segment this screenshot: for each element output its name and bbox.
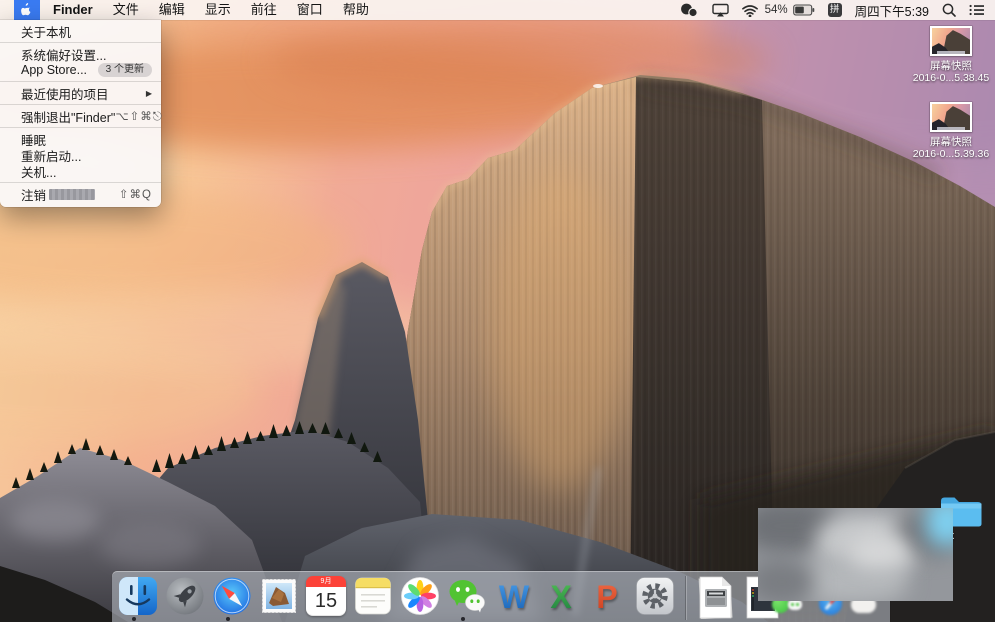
menu-separator: [0, 42, 161, 43]
dock-icon-excel[interactable]: X: [541, 576, 581, 616]
menu-item-app-store[interactable]: App Store... 3 个更新: [0, 62, 161, 78]
svg-text:W: W: [499, 579, 530, 615]
dock-icon-safari[interactable]: [212, 576, 252, 616]
desktop-file-screenshot-1[interactable]: 屏幕快照 2016-0...5.38.45: [908, 26, 994, 84]
calendar-month: 9月: [306, 576, 346, 587]
svg-text:X: X: [550, 579, 572, 615]
apple-menu-dropdown: 关于本机 系统偏好设置... App Store... 3 个更新 最近使用的项目…: [0, 20, 162, 207]
redacted-username: [49, 188, 96, 200]
menu-bar: Finder 文件 编辑 显示 前往 窗口 帮助 54% 拼 周四下午5:39: [0, 0, 995, 20]
dock-divider: [685, 576, 686, 620]
menu-separator: [0, 182, 161, 183]
dock-icon-calendar[interactable]: 9月 15: [306, 576, 346, 616]
dock-icon-photos[interactable]: [400, 576, 440, 616]
dock-icon-word[interactable]: W: [494, 576, 534, 616]
menu-item-system-preferences[interactable]: 系统偏好设置...: [0, 46, 161, 63]
battery-icon[interactable]: [792, 4, 815, 16]
screenshot-thumbnail: [930, 26, 972, 56]
apple-menu-button[interactable]: [14, 0, 40, 20]
wechat-status-icon[interactable]: [680, 3, 699, 18]
battery-percent: 54%: [764, 4, 788, 16]
menu-edit[interactable]: 编辑: [149, 0, 195, 20]
menu-help[interactable]: 帮助: [333, 0, 379, 20]
dock-icon-finder[interactable]: [118, 576, 158, 616]
menu-view[interactable]: 显示: [195, 0, 241, 20]
apple-logo-icon: [20, 2, 30, 15]
menu-separator: [0, 127, 161, 128]
redacted-region: [758, 508, 953, 601]
screenshot-thumbnail: [930, 102, 972, 132]
wifi-icon[interactable]: [741, 4, 758, 17]
menu-item-force-quit[interactable]: 强制退出"Finder" ⌥⇧⌘⎋: [0, 108, 162, 125]
airplay-icon[interactable]: [711, 3, 729, 17]
dock-icon-notes[interactable]: [353, 576, 393, 616]
dock-icon-wechat[interactable]: [447, 576, 487, 616]
menu-item-shut-down[interactable]: 关机...: [0, 163, 161, 180]
menu-file[interactable]: 文件: [103, 0, 149, 20]
dock-icon-system-preferences[interactable]: [635, 576, 675, 616]
dock-icon-mail[interactable]: [259, 576, 299, 616]
menu-bar-status-area: 54% 拼 周四下午5:39: [680, 1, 985, 20]
update-count-badge: 3 个更新: [97, 63, 152, 77]
submenu-arrow-icon: ▶: [145, 88, 152, 98]
notification-center-icon[interactable]: [969, 4, 985, 16]
desktop-file-screenshot-2[interactable]: 屏幕快照 2016-0...5.39.36: [908, 102, 994, 160]
menu-go[interactable]: 前往: [241, 0, 287, 20]
running-indicator-safari: [226, 617, 230, 621]
menu-finder[interactable]: Finder: [43, 0, 103, 20]
menu-item-recent-items[interactable]: 最近使用的项目 ▶: [0, 85, 161, 102]
calendar-day: 15: [306, 587, 346, 616]
menu-separator: [0, 104, 161, 105]
input-method-icon[interactable]: 拼: [827, 3, 842, 17]
running-indicator-wechat: [461, 617, 465, 621]
dock-icon-launchpad[interactable]: [165, 576, 205, 616]
menu-window[interactable]: 窗口: [287, 0, 333, 20]
svg-text:P: P: [596, 579, 617, 615]
running-indicator-finder: [132, 617, 136, 621]
menu-bar-clock[interactable]: 周四下午5:39: [855, 1, 929, 20]
menu-separator: [0, 81, 161, 82]
dock-icon-powerpoint[interactable]: P: [588, 576, 628, 616]
menu-item-about-this-mac[interactable]: 关于本机: [0, 23, 161, 40]
spotlight-icon[interactable]: [942, 3, 956, 17]
dock-icon-document-stack[interactable]: [696, 576, 736, 619]
menu-item-log-out[interactable]: 注销 ⇧⌘Q: [0, 186, 161, 203]
